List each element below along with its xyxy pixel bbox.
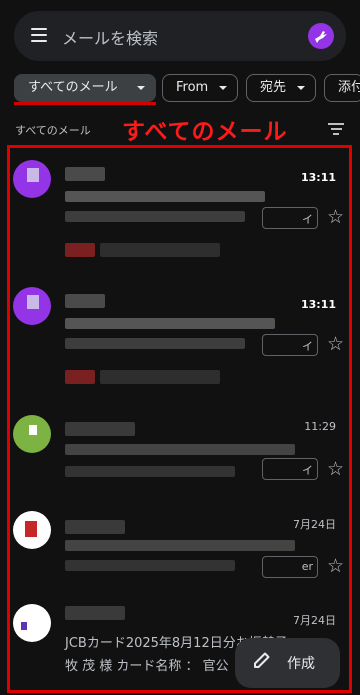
sender-name xyxy=(65,606,125,620)
annotation-underline xyxy=(14,102,156,105)
star-icon[interactable]: ☆ xyxy=(327,557,344,576)
subject-line xyxy=(65,318,275,329)
attachment-chip[interactable]: イ xyxy=(262,334,318,356)
sender-avatar xyxy=(13,287,51,325)
attachment-chip-text: イ xyxy=(302,213,313,226)
chip-all-mail-label: すべてのメール xyxy=(28,80,118,95)
annotation-text: すべてのメール xyxy=(122,119,288,145)
compose-button[interactable]: 作成 xyxy=(235,638,340,688)
attachment-chip-text: er xyxy=(301,560,313,573)
email-time: 13:11 xyxy=(300,298,336,311)
star-icon[interactable]: ☆ xyxy=(327,335,344,354)
label-chip xyxy=(65,370,95,384)
star-icon[interactable]: ☆ xyxy=(327,460,344,479)
sender-avatar xyxy=(13,160,51,198)
attachment-chip[interactable]: イ xyxy=(262,458,318,480)
attachment-chip-text: イ xyxy=(302,464,313,477)
preview-line xyxy=(65,338,245,349)
email-time: 7月24日 xyxy=(293,614,336,627)
pencil-icon xyxy=(254,652,270,668)
account-avatar[interactable] xyxy=(308,23,334,49)
sender-avatar xyxy=(13,604,51,642)
subject-line xyxy=(65,444,295,455)
email-item[interactable]: 13:11 イ ☆ xyxy=(10,282,350,402)
chevron-down-icon xyxy=(219,86,227,90)
chip-attachment[interactable]: 添付 xyxy=(324,74,360,102)
chevron-down-icon xyxy=(297,86,305,90)
section-label: すべてのメール xyxy=(15,124,91,137)
filter-icon[interactable] xyxy=(328,123,344,135)
attachment-chip-text: イ xyxy=(302,340,313,353)
email-item[interactable]: 11:29 イ ☆ xyxy=(10,410,350,500)
chevron-down-icon xyxy=(137,86,145,90)
sender-name xyxy=(65,520,125,534)
chip-to-label: 宛先 xyxy=(260,80,287,95)
sender-name xyxy=(65,294,105,308)
compose-label: 作成 xyxy=(287,656,315,672)
email-item[interactable]: 13:11 イ ☆ xyxy=(10,155,350,275)
attachment-chip[interactable]: イ xyxy=(262,207,318,229)
email-preview: 牧 茂 様 カード名称 ： 官公 xyxy=(65,659,229,674)
search-input[interactable]: メールを検索 xyxy=(62,25,158,49)
star-icon[interactable]: ☆ xyxy=(327,208,344,227)
preview-line xyxy=(100,243,220,257)
sender-avatar xyxy=(13,415,51,453)
sender-avatar xyxy=(13,511,51,549)
attachment-chip[interactable]: er xyxy=(262,556,318,578)
preview-line xyxy=(100,370,220,384)
search-bar[interactable]: メールを検索 xyxy=(14,11,346,61)
chip-from-label: From xyxy=(176,80,209,95)
preview-line xyxy=(65,466,235,477)
hummingbird-icon xyxy=(315,31,327,43)
sender-name xyxy=(65,167,105,181)
subject-line xyxy=(65,191,265,202)
chip-attachment-label: 添付 xyxy=(338,80,360,95)
preview-line xyxy=(65,211,245,222)
sender-name xyxy=(65,422,135,436)
label-chip xyxy=(65,243,95,257)
menu-icon[interactable] xyxy=(31,28,47,42)
email-time: 7月24日 xyxy=(293,518,336,531)
chip-all-mail[interactable]: すべてのメール xyxy=(14,74,156,102)
chip-from[interactable]: From xyxy=(162,74,238,102)
email-item[interactable]: 7月24日 er ☆ xyxy=(10,508,350,588)
email-time: 11:29 xyxy=(304,420,336,433)
chip-to[interactable]: 宛先 xyxy=(246,74,316,102)
email-time: 13:11 xyxy=(300,171,336,184)
subject-line xyxy=(65,540,295,551)
preview-line xyxy=(65,560,235,571)
